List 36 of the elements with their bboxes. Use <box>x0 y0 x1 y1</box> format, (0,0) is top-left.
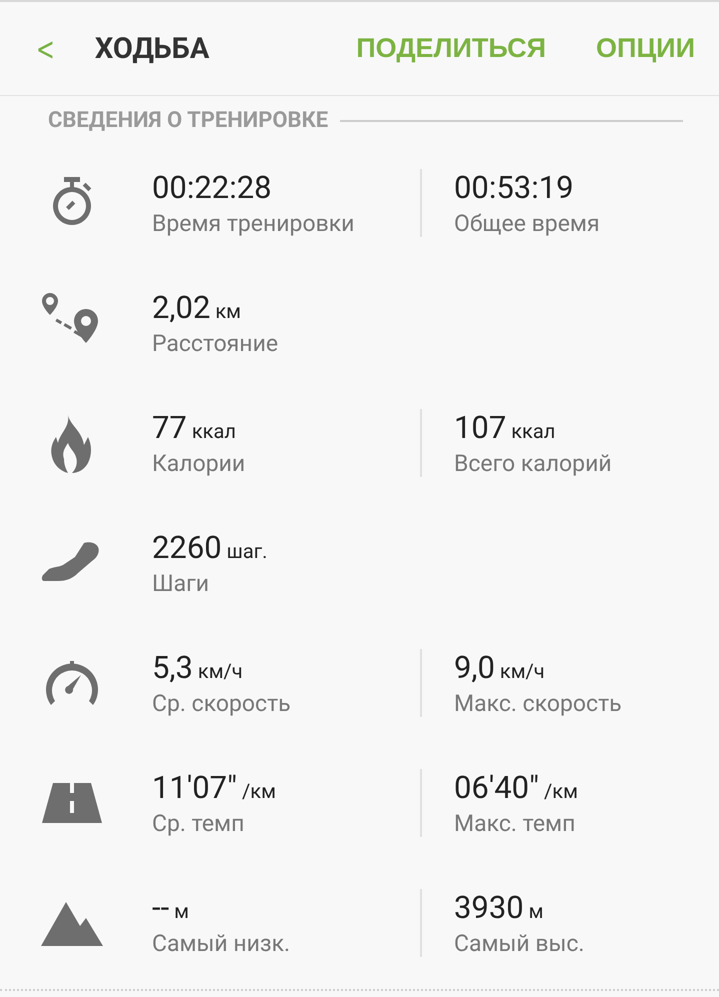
mountain-icon <box>41 902 103 946</box>
speedometer-icon <box>46 661 98 705</box>
section-title: СВЕДЕНИЯ О ТРЕНИРОВКЕ <box>48 108 328 133</box>
stat-value: 5,3 км/ч <box>152 649 243 686</box>
stat-label: Ср. темп <box>152 810 244 837</box>
stopwatch-icon <box>53 177 92 225</box>
stat-label: Время тренировки <box>152 210 354 237</box>
stat-label: Самый выс. <box>454 930 584 957</box>
road-icon <box>42 783 102 823</box>
flame-icon <box>51 415 91 473</box>
shoe-icon <box>42 542 99 581</box>
stat-label: Общее время <box>454 210 600 237</box>
stat-value: 2,02 км <box>152 289 241 326</box>
route-icon <box>42 293 98 343</box>
stat-value: 00:53:19 <box>454 169 574 206</box>
stat-label: Макс. скорость <box>454 690 622 717</box>
stat-value: 77 ккал <box>152 409 236 446</box>
back-button[interactable]: < <box>36 32 55 64</box>
stat-label: Шаги <box>152 570 210 597</box>
stat-label: Расстояние <box>152 330 278 357</box>
stat-label: Макс. темп <box>454 810 576 837</box>
stat-label: Самый низк. <box>152 930 290 957</box>
stat-value: 9,0 км/ч <box>454 649 545 686</box>
stat-label: Ср. скорость <box>152 690 291 717</box>
stat-value: 11'07"/км <box>152 769 276 806</box>
stat-label: Калории <box>152 450 246 477</box>
stat-value: 107 ккал <box>454 409 556 446</box>
stat-value: 06'40"/км <box>454 769 578 806</box>
stat-value: 3930 м <box>454 889 544 926</box>
stat-label: Всего калорий <box>454 450 612 477</box>
stat-value: --м <box>152 889 189 926</box>
action-button[interactable]: ОПЦИИ <box>596 33 695 64</box>
screen-title: ХОДЬБА <box>94 32 210 66</box>
stat-value: 2260 шаг. <box>152 529 268 566</box>
stat-value: 00:22:28 <box>152 169 272 206</box>
action-button[interactable]: ПОДЕЛИТЬСЯ <box>356 33 546 64</box>
